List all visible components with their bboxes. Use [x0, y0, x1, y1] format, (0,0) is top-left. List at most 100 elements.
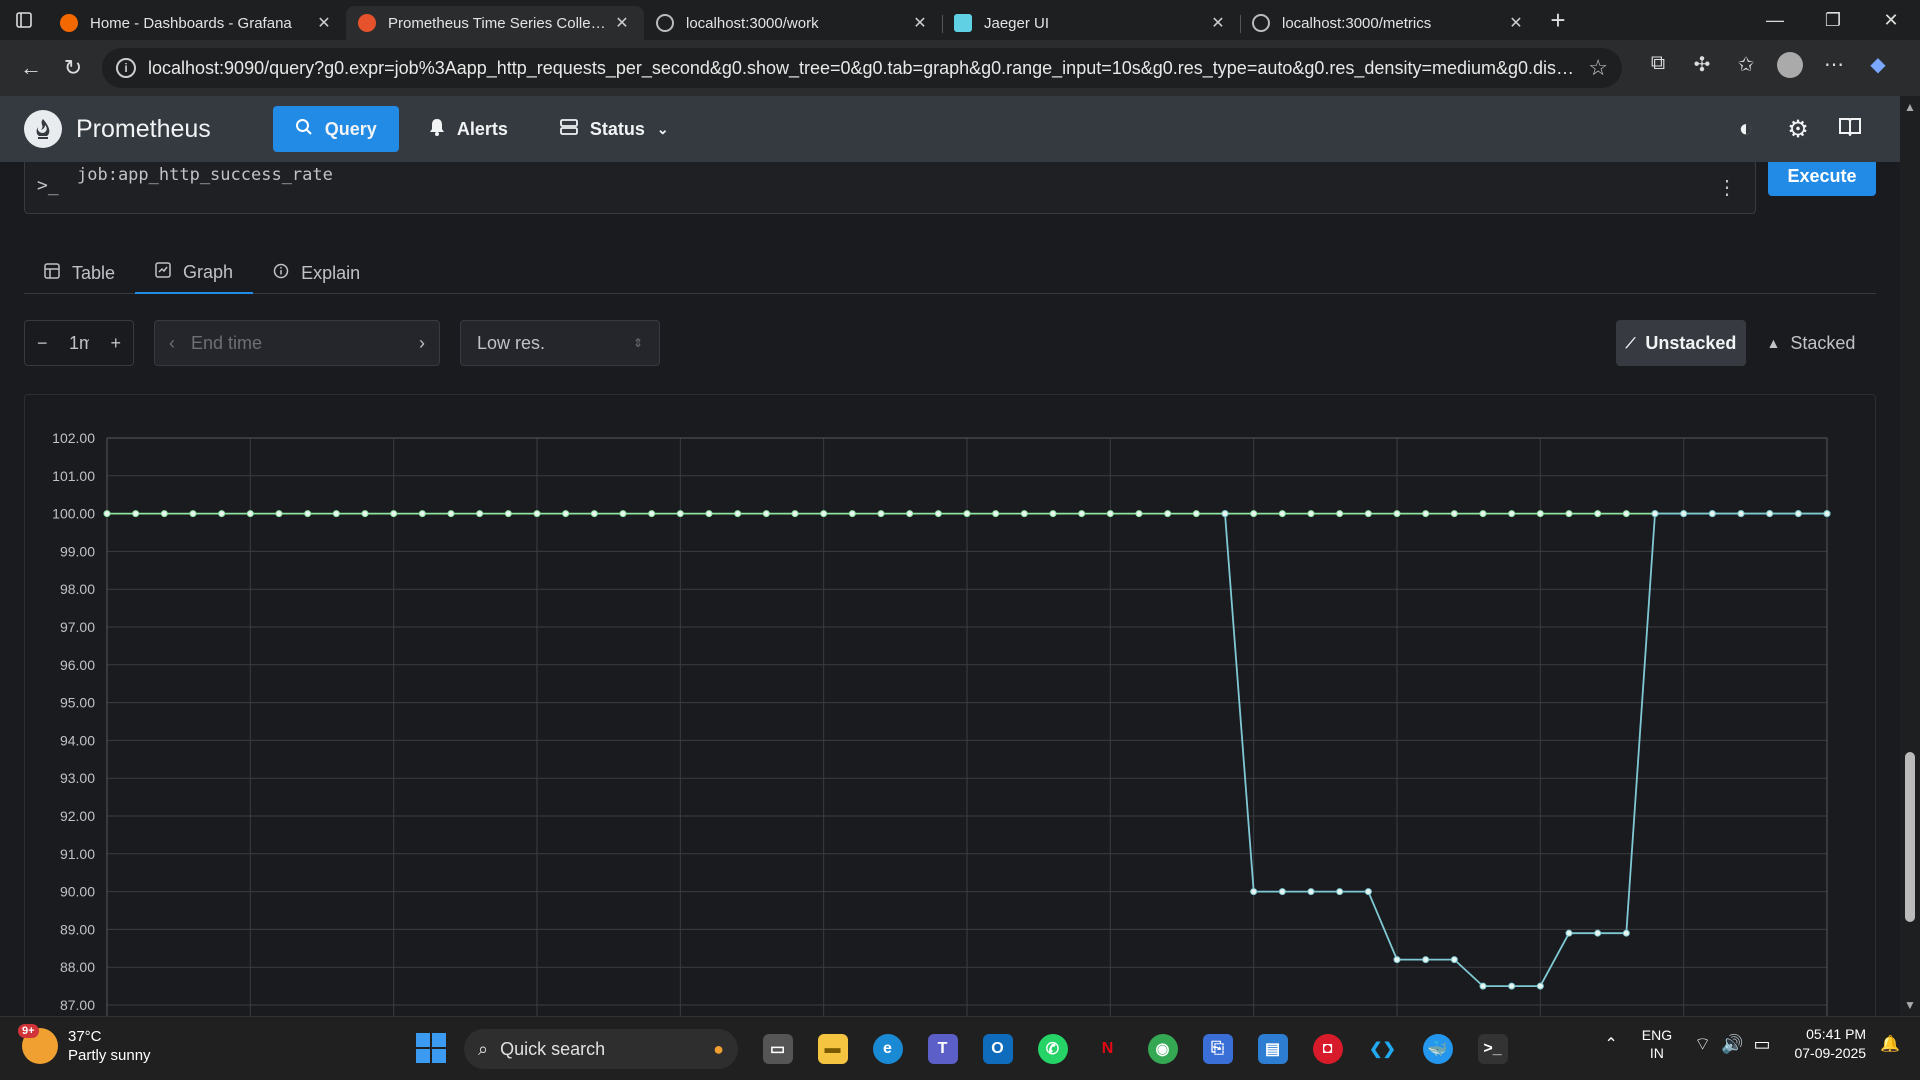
extensions-puzzle-icon[interactable]: ✣ — [1680, 52, 1724, 84]
netflix-icon[interactable]: N — [1080, 1029, 1135, 1069]
chevron-left-icon[interactable]: ‹ — [169, 333, 175, 354]
clock[interactable]: 05:41 PM 07-09-2025 — [1794, 1025, 1866, 1063]
minus-icon[interactable]: − — [37, 333, 48, 354]
browser-tab-grafana[interactable]: Home - Dashboards - Grafana ✕ — [48, 6, 347, 40]
close-tab-icon[interactable]: ✕ — [314, 13, 334, 33]
close-tab-icon[interactable]: ✕ — [612, 13, 632, 33]
file-explorer-icon[interactable]: ▬ — [805, 1029, 860, 1069]
grafana-icon — [60, 14, 78, 32]
close-window-icon[interactable]: ✕ — [1862, 10, 1920, 31]
range-input[interactable]: − 1m + — [24, 320, 134, 366]
back-icon[interactable]: ← — [10, 48, 52, 88]
end-time-placeholder[interactable]: End time — [191, 333, 419, 354]
search-highlight-icon: ● — [713, 1038, 724, 1059]
taskbar-search[interactable]: ⌕ Quick search ● — [464, 1029, 738, 1069]
outlook-icon[interactable]: O — [970, 1029, 1025, 1069]
url-text[interactable]: localhost:9090/query?g0.expr=job%3Aapp_h… — [148, 58, 1578, 79]
tab-actions-icon[interactable] — [0, 0, 48, 40]
nav-status[interactable]: Status ⌄ — [538, 106, 691, 152]
favorites-icon[interactable]: ✩ — [1724, 52, 1768, 84]
prometheus-logo-icon[interactable] — [24, 110, 62, 148]
weather-widget[interactable]: 9+ 37°C Partly sunny — [18, 1024, 151, 1065]
expression-editor[interactable]: >_ job:app_http_success_rate ⋮ — [24, 162, 1756, 214]
unstacked-option[interactable]: ⟋ Unstacked — [1616, 320, 1746, 366]
windows-start-icon[interactable] — [416, 1033, 446, 1063]
execute-button[interactable]: Execute — [1768, 162, 1876, 196]
volume-icon[interactable]: 🔊 — [1721, 1034, 1743, 1055]
success-rate-chart[interactable]: 102.00 101.00 100.00 99.00 98.00 97.00 96.00 95… — [25, 395, 1875, 1016]
end-time-input[interactable]: ‹ End time › — [154, 320, 440, 366]
chrome-icon[interactable]: ◉ — [1135, 1029, 1190, 1069]
teams-icon[interactable]: T — [915, 1029, 970, 1069]
nav-query[interactable]: Query — [272, 106, 399, 152]
line-chart-icon: ⟋ — [1625, 334, 1636, 351]
stacked-option[interactable]: ▲ Stacked — [1746, 320, 1876, 366]
extension-icon[interactable]: ⧉ — [1636, 52, 1680, 84]
tab-explain[interactable]: Explain — [253, 252, 380, 294]
close-tab-icon[interactable]: ✕ — [910, 13, 930, 33]
data-point — [218, 510, 226, 518]
bookmark-star-icon[interactable]: ☆ — [1588, 55, 1608, 81]
network-tool-icon[interactable]: ⎘ — [1190, 1029, 1245, 1069]
y-tick-label: 101.00 — [52, 468, 95, 484]
browser-tab-prometheus[interactable]: Prometheus Time Series Collectio ✕ — [346, 6, 644, 40]
data-point — [1221, 510, 1229, 518]
tab-graph[interactable]: Graph — [135, 252, 254, 294]
docker-icon[interactable]: 🐳 — [1410, 1029, 1465, 1069]
more-options-icon[interactable]: ⋮ — [1717, 175, 1737, 200]
vscode-icon[interactable]: ❮❯ — [1355, 1029, 1410, 1069]
whatsapp-icon[interactable]: ✆ — [1025, 1029, 1080, 1069]
minimize-icon[interactable]: — — [1746, 10, 1804, 31]
settings-gear-icon[interactable]: ⚙ — [1772, 115, 1824, 144]
data-point — [189, 510, 197, 518]
address-bar[interactable]: i localhost:9090/query?g0.expr=job%3Aapp… — [102, 48, 1622, 88]
data-point — [1393, 956, 1401, 964]
notification-bell-icon[interactable]: 🔔 — [1880, 1034, 1900, 1054]
y-tick-label: 87.00 — [60, 997, 95, 1013]
search-icon — [295, 118, 313, 141]
site-info-icon[interactable]: i — [116, 58, 136, 78]
prometheus-navbar: Prometheus Query Alerts Status ⌄ ◐ ⚙ — [0, 96, 1900, 162]
document-app-icon[interactable]: ▤ — [1245, 1029, 1300, 1069]
scroll-up-icon[interactable]: ▲ — [1900, 100, 1920, 114]
panel-tabs: Table Graph Explain — [24, 252, 1876, 294]
terminal-icon[interactable]: >_ — [1465, 1029, 1520, 1069]
restore-icon[interactable]: ❐ — [1804, 10, 1862, 31]
scroll-thumb[interactable] — [1905, 752, 1915, 922]
copilot-icon[interactable]: ◆ — [1856, 52, 1900, 84]
page-scrollbar[interactable]: ▲ ▼ — [1900, 96, 1920, 1016]
nav-alerts[interactable]: Alerts — [407, 106, 530, 152]
brand-title[interactable]: Prometheus — [76, 115, 211, 144]
data-point — [1422, 956, 1430, 964]
range-value[interactable]: 1m — [69, 333, 89, 354]
data-point — [848, 510, 856, 518]
profile-avatar-icon[interactable] — [1768, 52, 1812, 84]
language-indicator[interactable]: ENG IN — [1642, 1026, 1672, 1062]
browser-tab-metrics[interactable]: localhost:3000/metrics ✕ — [1240, 6, 1538, 40]
resolution-select[interactable]: Low res. ⇕ — [460, 320, 660, 366]
theme-toggle-icon[interactable]: ◐ — [1720, 115, 1772, 144]
scroll-down-icon[interactable]: ▼ — [1900, 998, 1920, 1012]
close-tab-icon[interactable]: ✕ — [1506, 13, 1526, 33]
wifi-icon[interactable]: ⌔ — [1694, 1033, 1711, 1056]
battery-icon[interactable]: ▭ — [1753, 1034, 1770, 1055]
expression-input[interactable]: job:app_http_success_rate — [77, 165, 333, 185]
task-view-icon[interactable]: ▭ — [750, 1029, 805, 1069]
weather-temp: 37°C — [68, 1028, 102, 1045]
tab-table[interactable]: Table — [24, 252, 135, 294]
documentation-book-icon[interactable] — [1824, 115, 1876, 144]
edge-browser-icon[interactable]: e — [860, 1029, 915, 1069]
reload-icon[interactable]: ↻ — [52, 48, 94, 88]
y-tick-label: 89.00 — [60, 921, 95, 937]
browser-tab-work[interactable]: localhost:3000/work ✕ — [644, 6, 943, 40]
more-menu-icon[interactable]: ⋯ — [1812, 52, 1856, 84]
red-app-icon[interactable]: ◘ — [1300, 1029, 1355, 1069]
tab-table-label: Table — [72, 262, 116, 283]
tray-overflow-icon[interactable]: ⌃ — [1604, 1034, 1617, 1054]
new-tab-icon[interactable]: + — [1538, 5, 1578, 36]
data-point — [1020, 510, 1028, 518]
plus-icon[interactable]: + — [110, 333, 121, 354]
chevron-right-icon[interactable]: › — [419, 333, 425, 354]
browser-tab-jaeger[interactable]: Jaeger UI ✕ — [942, 6, 1241, 40]
close-tab-icon[interactable]: ✕ — [1208, 13, 1228, 33]
